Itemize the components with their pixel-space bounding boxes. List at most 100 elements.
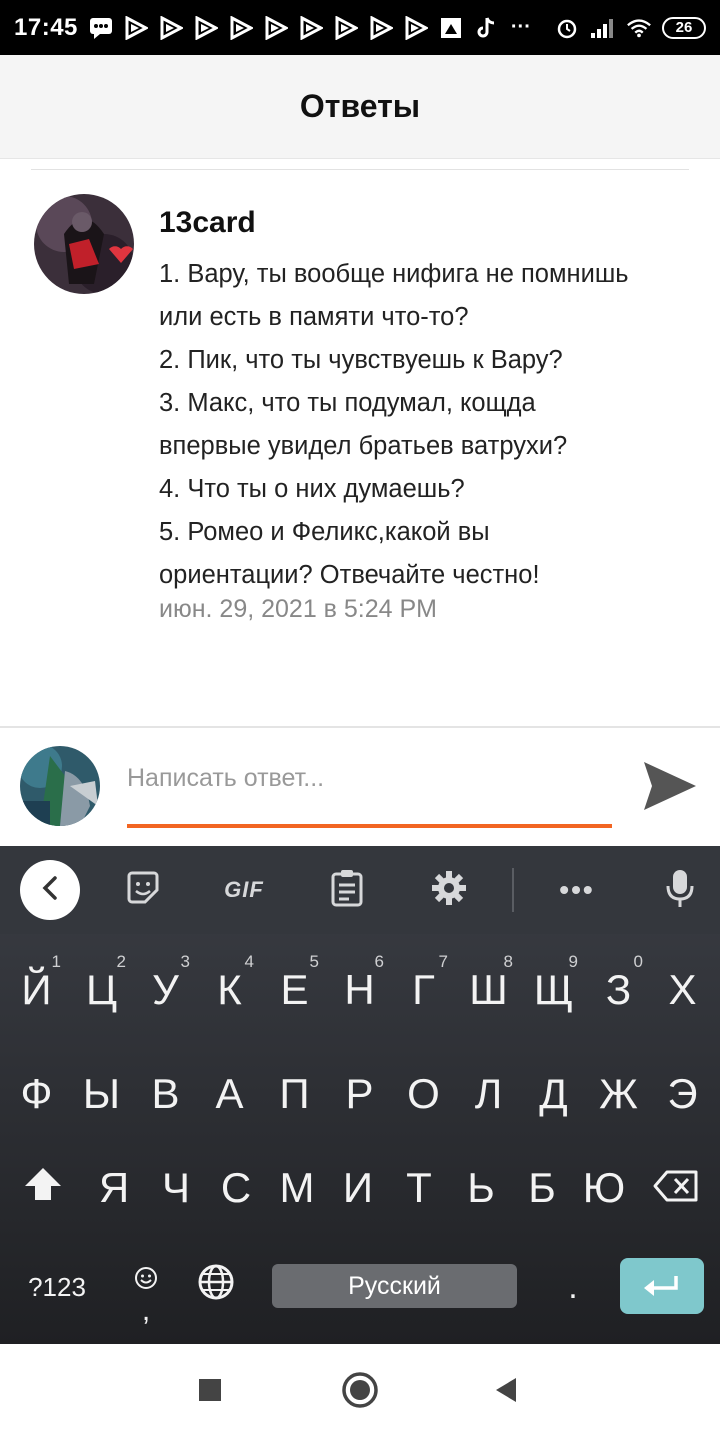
back-triangle-icon bbox=[494, 1377, 518, 1408]
key-label: Й bbox=[21, 966, 52, 1013]
comment-line: впервые увидел братьев ватрухи? bbox=[159, 432, 568, 460]
comment-author[interactable]: 13card bbox=[159, 206, 256, 240]
clipboard-icon bbox=[330, 869, 364, 912]
key[interactable]: М bbox=[266, 1138, 328, 1238]
play-icon bbox=[403, 15, 429, 41]
key-label: К bbox=[217, 966, 242, 1013]
play-icon bbox=[333, 15, 359, 41]
backspace-key[interactable] bbox=[644, 1138, 708, 1238]
comment-line: 3. Макс, что ты подумал, кощда bbox=[159, 389, 536, 417]
key[interactable]: Я bbox=[83, 1138, 145, 1238]
key[interactable]: Й1 bbox=[4, 940, 69, 1040]
globe-icon bbox=[197, 1263, 235, 1311]
key[interactable]: С bbox=[205, 1138, 267, 1238]
more-icon: ··· bbox=[510, 16, 531, 38]
page-title: Ответы bbox=[299, 88, 421, 124]
reply-bar bbox=[0, 726, 720, 846]
key-hint: 2 bbox=[116, 952, 126, 971]
key[interactable]: Х bbox=[650, 940, 715, 1040]
key-hint: 8 bbox=[503, 952, 513, 971]
play-icon bbox=[158, 15, 184, 41]
navigation-bar bbox=[0, 1344, 720, 1440]
author-avatar[interactable] bbox=[34, 194, 134, 294]
comma-label: , bbox=[141, 1294, 151, 1327]
space-key[interactable]: Русский bbox=[272, 1264, 517, 1308]
key[interactable]: Щ9 bbox=[521, 940, 586, 1040]
key[interactable]: Ш8 bbox=[456, 940, 521, 1040]
key-label: Г bbox=[412, 966, 435, 1013]
key[interactable]: Ч bbox=[145, 1138, 207, 1238]
notification-icons: ··· bbox=[88, 15, 534, 41]
play-icon bbox=[123, 15, 149, 41]
key[interactable]: Д bbox=[521, 1044, 586, 1144]
user-avatar bbox=[20, 746, 100, 826]
language-key[interactable] bbox=[188, 1250, 244, 1324]
key[interactable]: Р bbox=[327, 1044, 392, 1144]
sticker-icon bbox=[125, 870, 161, 911]
more-options-button[interactable]: ••• bbox=[547, 860, 607, 920]
image-icon bbox=[438, 15, 464, 41]
reply-input[interactable] bbox=[127, 758, 612, 798]
key[interactable]: Э bbox=[650, 1044, 715, 1144]
key[interactable]: Е5 bbox=[262, 940, 327, 1040]
key[interactable]: Ю bbox=[573, 1138, 635, 1238]
send-button[interactable] bbox=[640, 758, 700, 818]
message-icon bbox=[88, 15, 114, 41]
key[interactable]: Б bbox=[511, 1138, 573, 1238]
shift-key[interactable] bbox=[12, 1138, 74, 1238]
key[interactable]: Т bbox=[388, 1138, 450, 1238]
gif-button[interactable]: GIF bbox=[213, 860, 275, 920]
microphone-icon bbox=[665, 868, 695, 913]
recent-apps-button[interactable] bbox=[186, 1368, 234, 1416]
comma-key[interactable]: , bbox=[118, 1250, 174, 1327]
enter-key[interactable] bbox=[620, 1258, 704, 1314]
comment-line: 1. Вару, ты вообще нифига не помнишь bbox=[159, 260, 629, 288]
key[interactable]: У3 bbox=[133, 940, 198, 1040]
play-icon bbox=[298, 15, 324, 41]
key-label: Х bbox=[668, 966, 697, 1013]
divider bbox=[31, 169, 689, 170]
comment-line: 2. Пик, что ты чувствуешь к Вару? bbox=[159, 346, 563, 374]
backspace-icon bbox=[653, 1164, 699, 1212]
key-hint: 9 bbox=[568, 952, 578, 971]
key-label: Щ bbox=[533, 966, 574, 1013]
keyboard-toolbar: GIF ••• bbox=[0, 846, 720, 934]
key[interactable]: Ф bbox=[4, 1044, 69, 1144]
status-time: 17:45 bbox=[14, 13, 78, 41]
key[interactable]: Ж bbox=[586, 1044, 651, 1144]
key[interactable]: Л bbox=[456, 1044, 521, 1144]
home-button[interactable] bbox=[336, 1368, 384, 1416]
sticker-button[interactable] bbox=[113, 860, 173, 920]
key[interactable]: И bbox=[327, 1138, 389, 1238]
emoji-icon bbox=[134, 1252, 158, 1300]
battery-indicator: 26 bbox=[662, 16, 706, 39]
play-icon bbox=[263, 15, 289, 41]
symbols-key[interactable]: ?123 bbox=[14, 1250, 100, 1324]
settings-button[interactable] bbox=[419, 860, 479, 920]
comment-line: 4. Что ты о них думаешь? bbox=[159, 475, 465, 503]
square-icon bbox=[198, 1378, 222, 1407]
key-hint: 5 bbox=[309, 952, 319, 971]
key[interactable]: Ь bbox=[450, 1138, 512, 1238]
period-key[interactable]: . bbox=[548, 1250, 598, 1324]
key[interactable]: А bbox=[197, 1044, 262, 1144]
key-label: Н bbox=[344, 966, 375, 1013]
chevron-left-icon bbox=[40, 875, 60, 906]
key[interactable]: Ы bbox=[69, 1044, 134, 1144]
key[interactable]: П bbox=[262, 1044, 327, 1144]
signal-icon bbox=[590, 15, 616, 41]
voice-input-button[interactable] bbox=[650, 860, 710, 920]
app-header: Ответы bbox=[0, 55, 720, 159]
key[interactable]: В bbox=[133, 1044, 198, 1144]
back-button[interactable] bbox=[482, 1368, 530, 1416]
key[interactable]: З0 bbox=[586, 940, 651, 1040]
keyboard-back-button[interactable] bbox=[20, 860, 80, 920]
clipboard-button[interactable] bbox=[317, 860, 377, 920]
comment-body: 1. Вару, ты вообще нифига не помнишь или… bbox=[159, 253, 699, 597]
key[interactable]: Ц2 bbox=[69, 940, 134, 1040]
key[interactable]: Н6 bbox=[327, 940, 392, 1040]
comment-line: ориентации? Отвечайте честно! bbox=[159, 561, 540, 589]
key[interactable]: О bbox=[391, 1044, 456, 1144]
key[interactable]: К4 bbox=[197, 940, 262, 1040]
key[interactable]: Г7 bbox=[391, 940, 456, 1040]
